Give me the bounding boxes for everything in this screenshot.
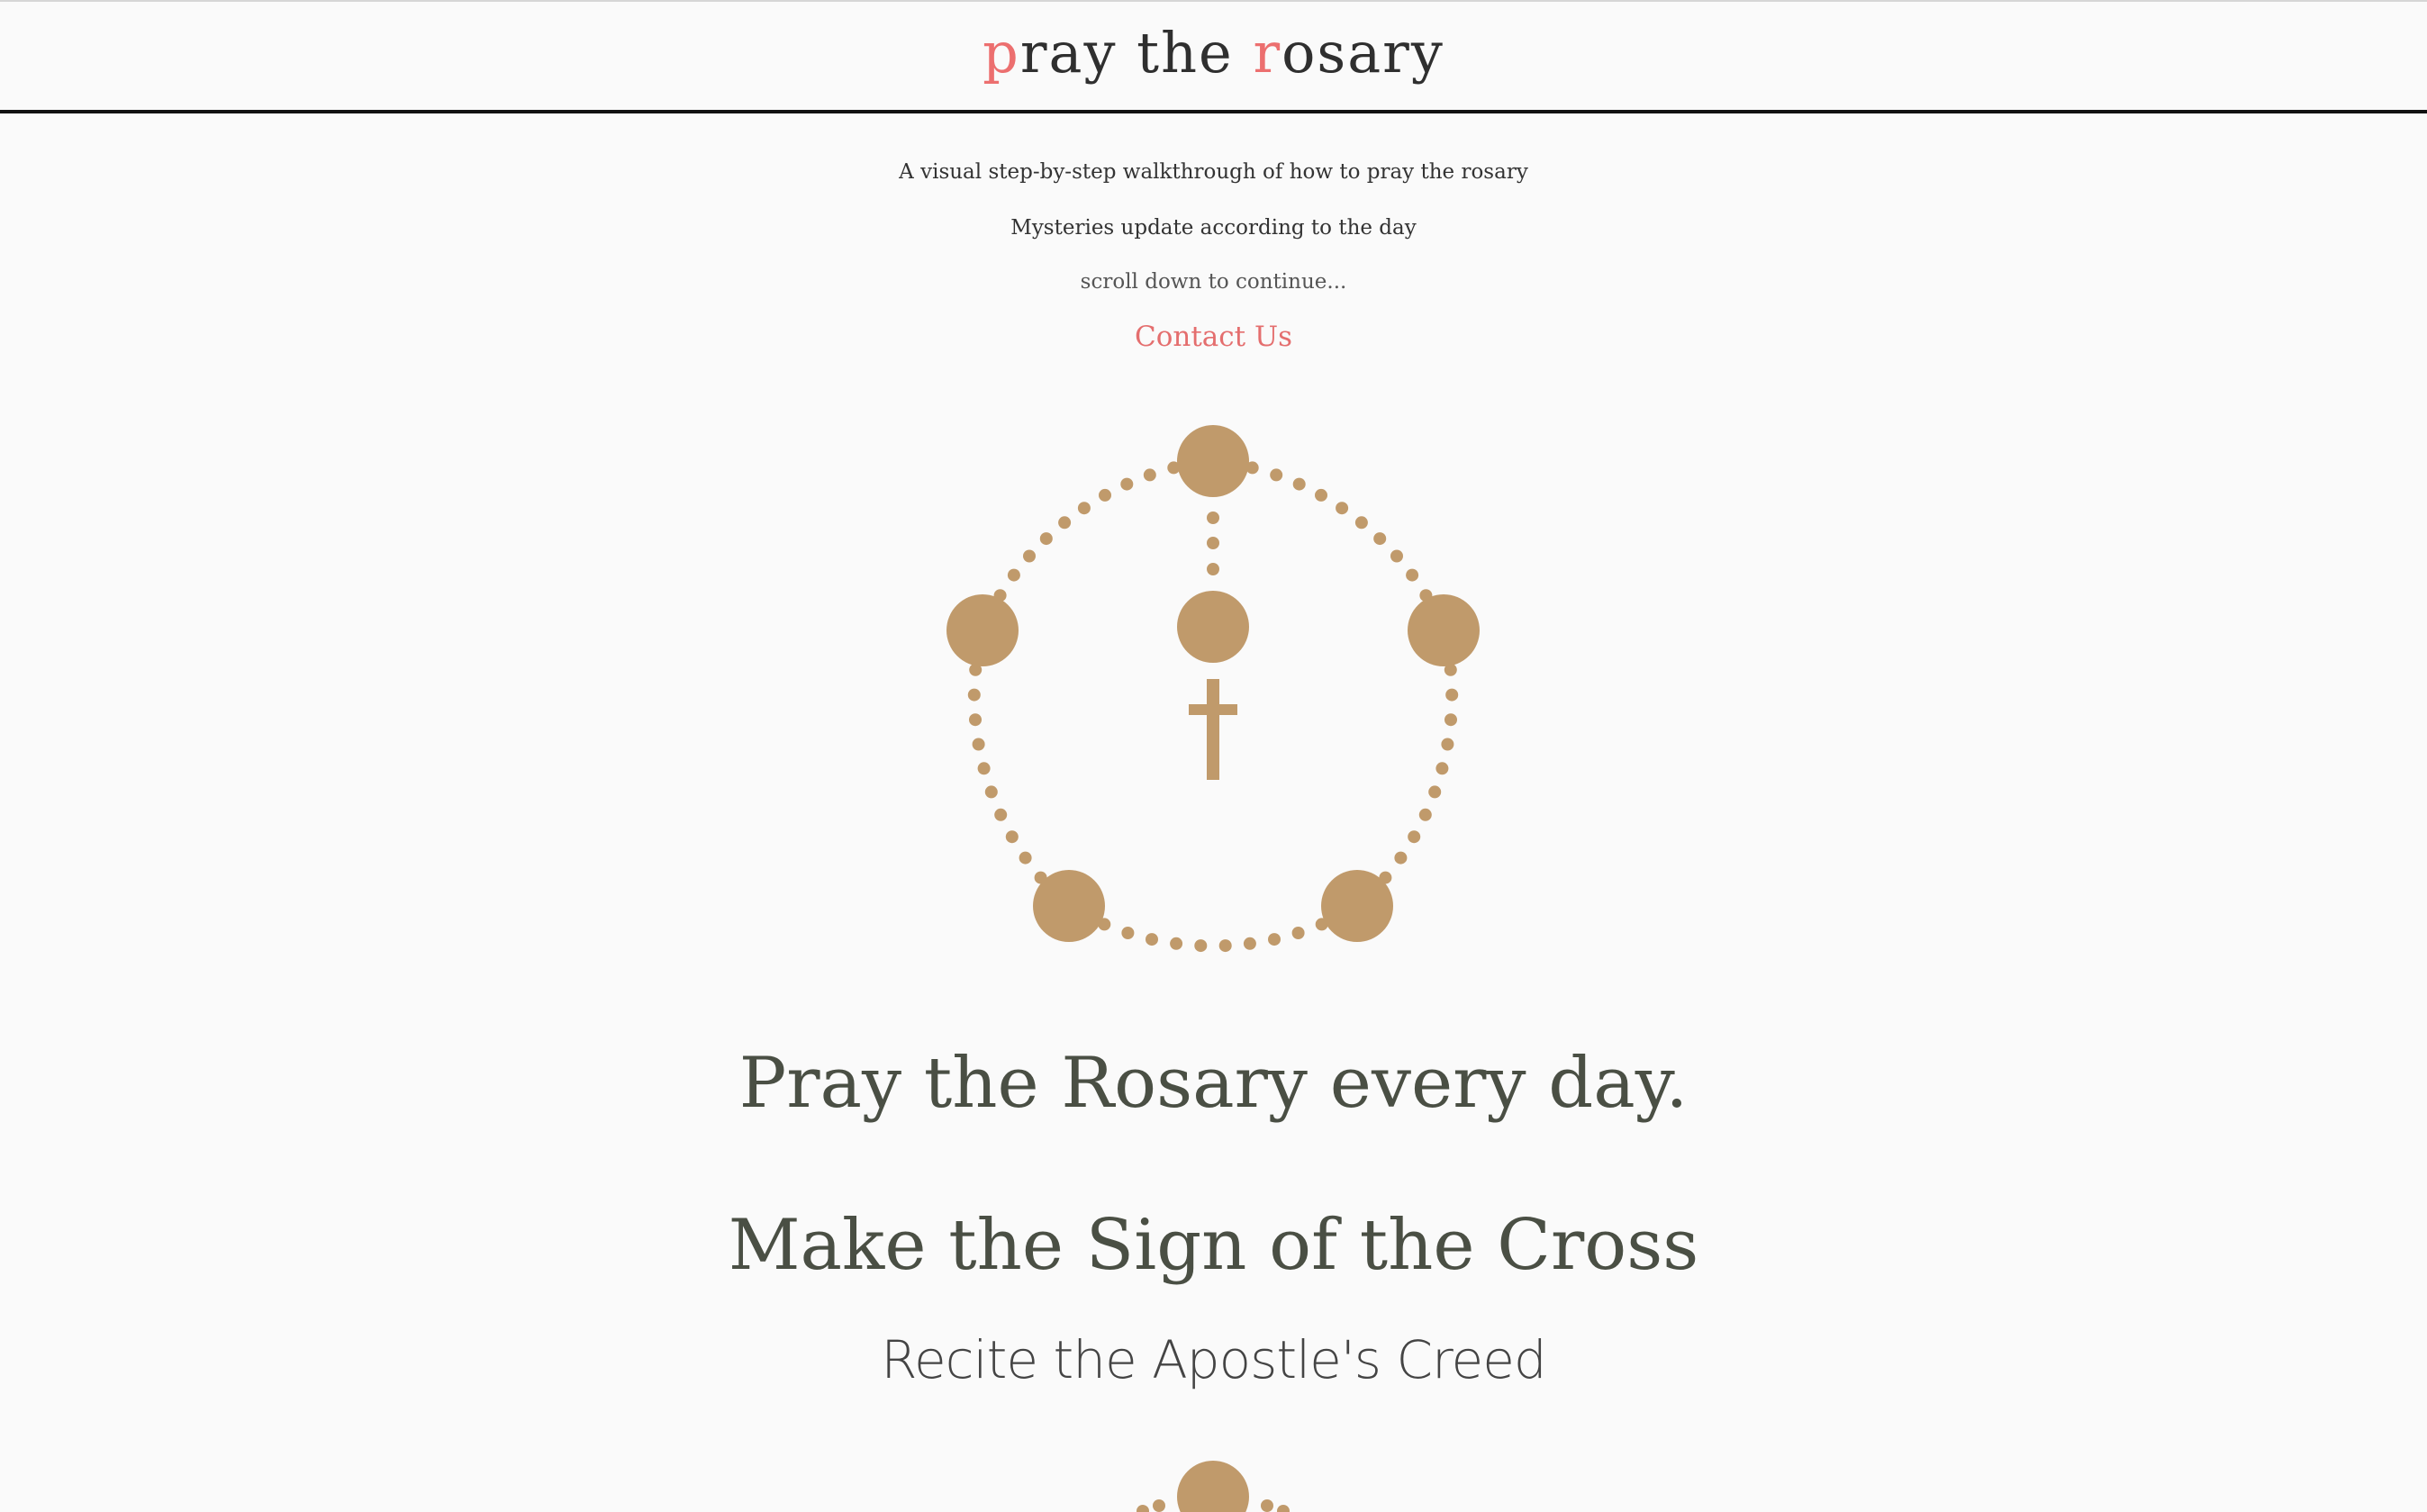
- contact-wrapper: Contact Us: [0, 321, 2427, 353]
- small-bead: [1373, 532, 1387, 546]
- small-bead: [1194, 939, 1208, 953]
- small-bead: [1408, 830, 1421, 844]
- small-bead: [1207, 563, 1219, 575]
- site-logo[interactable]: pray the rosary: [0, 16, 2427, 90]
- small-bead: [1207, 537, 1219, 549]
- small-bead: [1435, 762, 1449, 775]
- small-bead: [1315, 488, 1327, 502]
- small-bead: [1428, 785, 1442, 799]
- rosary-icon: [946, 425, 1480, 953]
- small-bead: [1394, 851, 1408, 865]
- large-bead: [1321, 870, 1393, 942]
- small-bead: [969, 713, 982, 727]
- large-bead: [1177, 425, 1249, 497]
- small-bead: [1336, 502, 1349, 515]
- large-bead: [1408, 594, 1480, 666]
- scroll-hint: scroll down to continue...: [1080, 270, 1347, 294]
- contact-us-link[interactable]: Contact Us: [1135, 321, 1292, 353]
- small-bead: [1292, 477, 1306, 491]
- small-bead: [1418, 808, 1432, 821]
- small-bead: [1390, 549, 1403, 563]
- site-header: pray the rosary: [0, 2, 2427, 113]
- small-bead: [1277, 1505, 1290, 1512]
- small-bead: [1099, 488, 1111, 502]
- logo-letter-r: r: [1253, 20, 1282, 86]
- site-tagline: A visual step-by-step walkthrough of how…: [899, 160, 1528, 184]
- small-bead: [1444, 713, 1457, 727]
- small-bead: [1406, 568, 1419, 582]
- small-bead: [1270, 468, 1283, 482]
- small-bead: [1268, 933, 1281, 946]
- small-bead: [1120, 477, 1134, 491]
- small-bead: [1354, 516, 1368, 530]
- small-bead: [1218, 939, 1232, 953]
- small-bead: [1019, 851, 1032, 865]
- small-bead: [1005, 830, 1019, 844]
- small-bead: [1170, 937, 1183, 950]
- large-bead: [946, 594, 1019, 666]
- small-bead: [1058, 516, 1072, 530]
- small-bead: [977, 762, 991, 775]
- logo-text-part1: ray the: [1019, 20, 1254, 86]
- small-bead: [1291, 927, 1305, 939]
- small-bead: [1143, 468, 1156, 482]
- small-bead: [1207, 512, 1219, 524]
- page-headline: Pray the Rosary every day.: [738, 1043, 1689, 1124]
- small-bead: [972, 738, 985, 751]
- mysteries-note: Mysteries update according to the day: [1010, 216, 1417, 240]
- cross-icon: [1189, 679, 1237, 780]
- small-bead: [1445, 688, 1459, 702]
- small-bead: [1146, 933, 1158, 946]
- next-rosary-icon: [1137, 1461, 1290, 1512]
- step-instruction: Recite the Apostle's Creed: [881, 1329, 1546, 1390]
- large-bead: [1033, 870, 1105, 942]
- small-bead: [1023, 549, 1036, 563]
- large-bead: [1177, 1461, 1249, 1512]
- small-bead: [1121, 927, 1135, 939]
- small-bead: [1007, 568, 1020, 582]
- small-bead: [1137, 1505, 1149, 1512]
- small-bead: [1261, 1499, 1273, 1512]
- small-bead: [1243, 937, 1256, 950]
- small-bead: [984, 785, 998, 799]
- logo-text-part2: osary: [1281, 20, 1444, 86]
- large-bead: [1177, 591, 1249, 663]
- small-bead: [994, 808, 1008, 821]
- logo-letter-p: p: [983, 20, 1020, 86]
- small-bead: [1077, 502, 1091, 515]
- small-bead: [1153, 1499, 1165, 1512]
- step-title: Make the Sign of the Cross: [728, 1205, 1699, 1286]
- small-bead: [1441, 738, 1454, 751]
- small-bead: [967, 688, 981, 702]
- small-bead: [1039, 532, 1053, 546]
